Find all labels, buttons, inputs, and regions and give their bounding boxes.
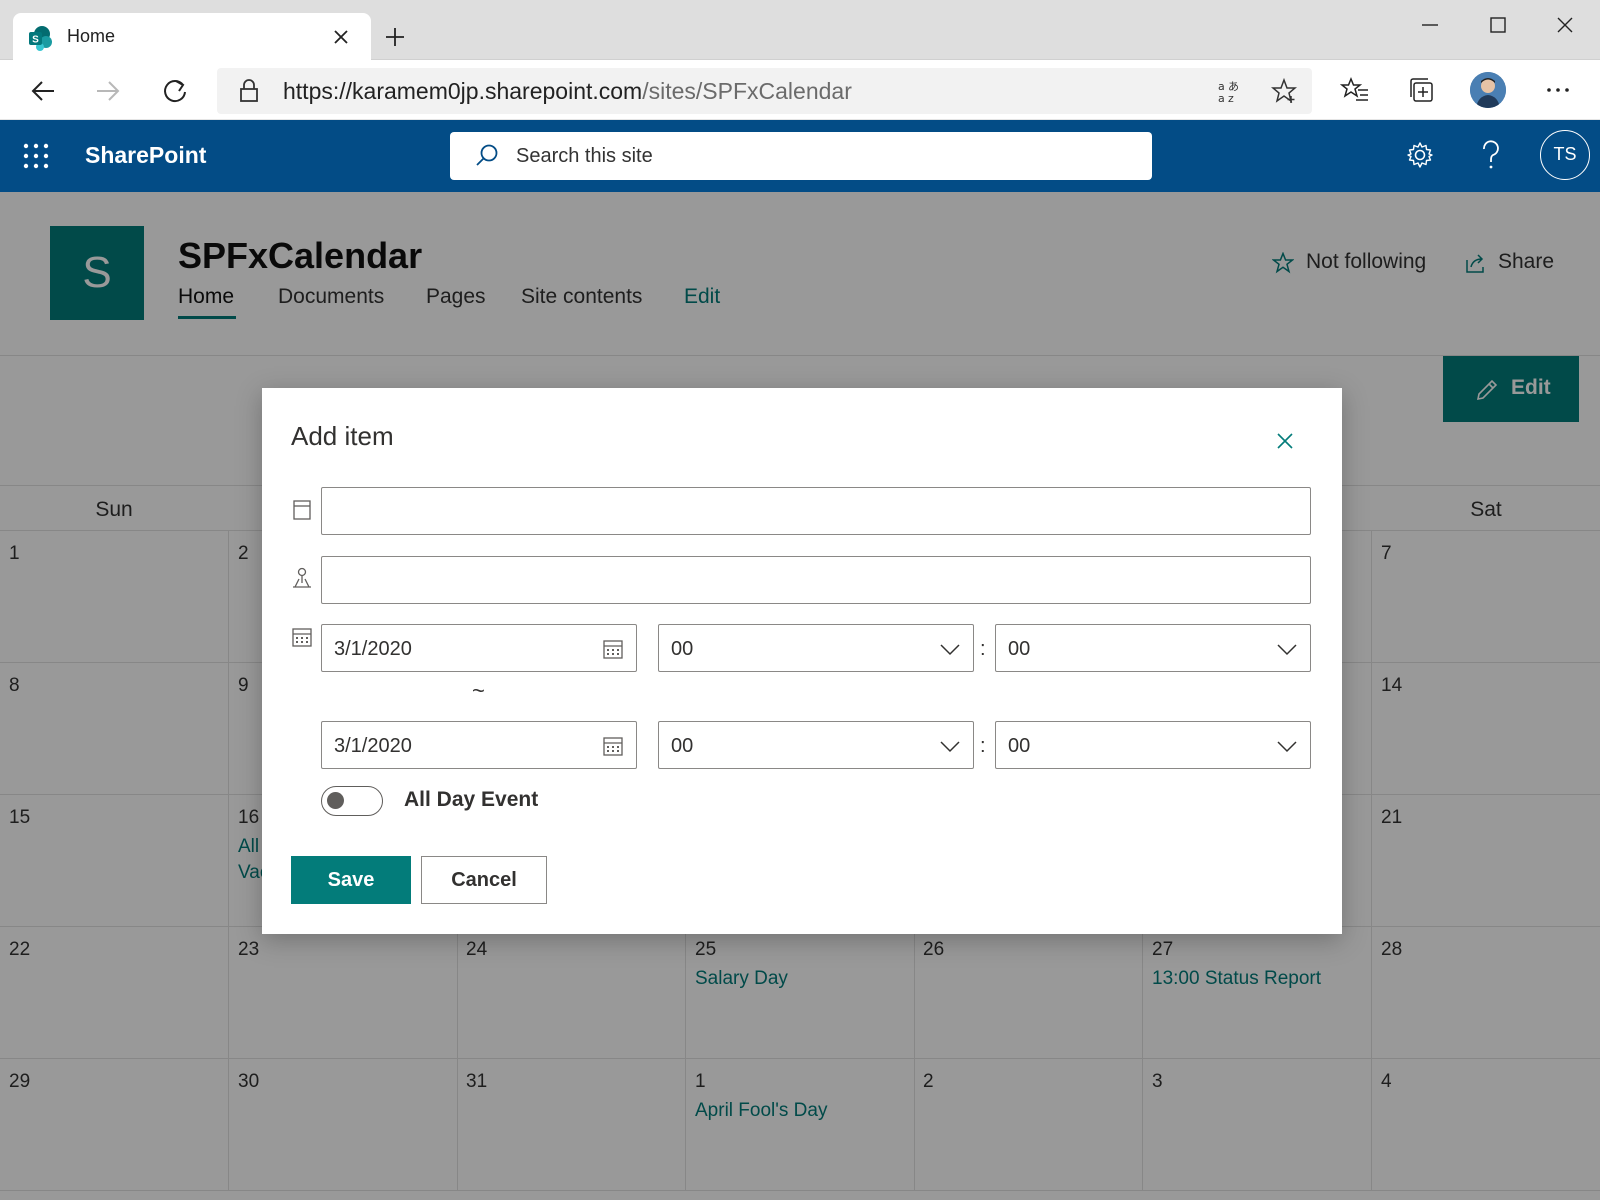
window-close-icon[interactable] bbox=[1553, 13, 1577, 37]
address-bar[interactable]: https://karamem0jp.sharepoint.com/sites/… bbox=[217, 68, 1312, 114]
search-placeholder: Search this site bbox=[516, 145, 653, 167]
site-search-box[interactable]: Search this site bbox=[450, 132, 1152, 180]
dialog-title: Add item bbox=[291, 421, 394, 451]
chevron-down-icon bbox=[1277, 644, 1297, 656]
help-question-icon[interactable] bbox=[1480, 140, 1502, 170]
toggle-knob bbox=[327, 792, 344, 809]
date-range-separator: ~ bbox=[472, 678, 485, 703]
url-text[interactable]: https://karamem0jp.sharepoint.com/sites/… bbox=[283, 78, 852, 105]
app-launcher-waffle-icon[interactable] bbox=[22, 142, 50, 170]
collections-icon[interactable] bbox=[1406, 75, 1436, 105]
url-path: /sites/SPFxCalendar bbox=[642, 78, 852, 104]
translate-icon[interactable]: a あ a z bbox=[1216, 78, 1242, 104]
end-date-value: 3/1/2020 bbox=[334, 735, 412, 757]
browser-profile-avatar[interactable] bbox=[1470, 72, 1506, 108]
start-hour-value: 00 bbox=[671, 638, 694, 660]
end-minute-value: 00 bbox=[1008, 735, 1031, 757]
date-picker-calendar-icon[interactable] bbox=[602, 735, 624, 757]
url-host: https://karamem0jp.sharepoint.com bbox=[283, 78, 643, 104]
lock-icon[interactable] bbox=[239, 79, 259, 103]
profile-photo-icon bbox=[1470, 72, 1506, 108]
browser-tab[interactable]: S Home bbox=[13, 13, 371, 63]
all-day-label: All Day Event bbox=[404, 788, 539, 811]
user-profile-avatar[interactable]: TS bbox=[1540, 130, 1590, 180]
search-icon bbox=[476, 144, 498, 166]
date-picker-calendar-icon[interactable] bbox=[602, 638, 624, 660]
chevron-down-icon bbox=[940, 741, 960, 753]
sharepoint-suitebar: SharePoint Search this site TS bbox=[0, 120, 1600, 192]
sharepoint-app-name[interactable]: SharePoint bbox=[85, 142, 206, 169]
start-date-value: 3/1/2020 bbox=[334, 638, 412, 660]
sharepoint-favicon-icon: S bbox=[29, 26, 52, 51]
title-field-icon bbox=[293, 500, 311, 520]
tab-title: Home bbox=[67, 26, 116, 46]
svg-text:S: S bbox=[32, 35, 39, 46]
svg-text:a: a bbox=[1218, 92, 1225, 104]
cancel-button[interactable]: Cancel bbox=[421, 856, 547, 904]
end-hour-dropdown[interactable]: 00 bbox=[658, 721, 974, 769]
more-options-icon[interactable] bbox=[1543, 75, 1573, 105]
time-colon: : bbox=[980, 638, 986, 660]
chevron-down-icon bbox=[1277, 741, 1297, 753]
end-minute-dropdown[interactable]: 00 bbox=[995, 721, 1311, 769]
settings-gear-icon[interactable] bbox=[1405, 140, 1435, 170]
end-hour-value: 00 bbox=[671, 735, 694, 757]
minimize-icon[interactable] bbox=[1418, 13, 1442, 37]
calendar-icon bbox=[292, 628, 312, 647]
start-minute-dropdown[interactable]: 00 bbox=[995, 624, 1311, 672]
end-date-picker[interactable]: 3/1/2020 bbox=[321, 721, 637, 769]
event-title-input[interactable] bbox=[321, 487, 1311, 535]
chevron-down-icon bbox=[940, 644, 960, 656]
forward-arrow-icon bbox=[97, 81, 120, 101]
svg-text:z: z bbox=[1228, 92, 1234, 104]
time-colon: : bbox=[980, 735, 986, 757]
all-day-toggle[interactable] bbox=[321, 786, 383, 816]
location-pin-icon bbox=[293, 567, 311, 588]
browser-tabstrip: S Home bbox=[0, 0, 1600, 63]
start-hour-dropdown[interactable]: 00 bbox=[658, 624, 974, 672]
add-item-dialog: Add item 3/1/2020 00 : 00 ~ 3/1/2020 00 … bbox=[262, 388, 1342, 934]
favorites-icon[interactable] bbox=[1340, 75, 1370, 105]
browser-toolbar: https://karamem0jp.sharepoint.com/sites/… bbox=[0, 60, 1600, 120]
add-favorite-star-icon[interactable] bbox=[1271, 78, 1297, 104]
back-arrow-icon[interactable] bbox=[28, 76, 58, 106]
close-tab-icon[interactable] bbox=[329, 25, 353, 49]
event-location-input[interactable] bbox=[321, 556, 1311, 604]
new-tab-icon[interactable] bbox=[383, 25, 407, 49]
maximize-icon[interactable] bbox=[1486, 13, 1510, 37]
start-minute-value: 00 bbox=[1008, 638, 1031, 660]
start-date-picker[interactable]: 3/1/2020 bbox=[321, 624, 637, 672]
dialog-close-icon[interactable] bbox=[1274, 430, 1296, 452]
refresh-icon[interactable] bbox=[160, 76, 190, 106]
save-button[interactable]: Save bbox=[291, 856, 411, 904]
